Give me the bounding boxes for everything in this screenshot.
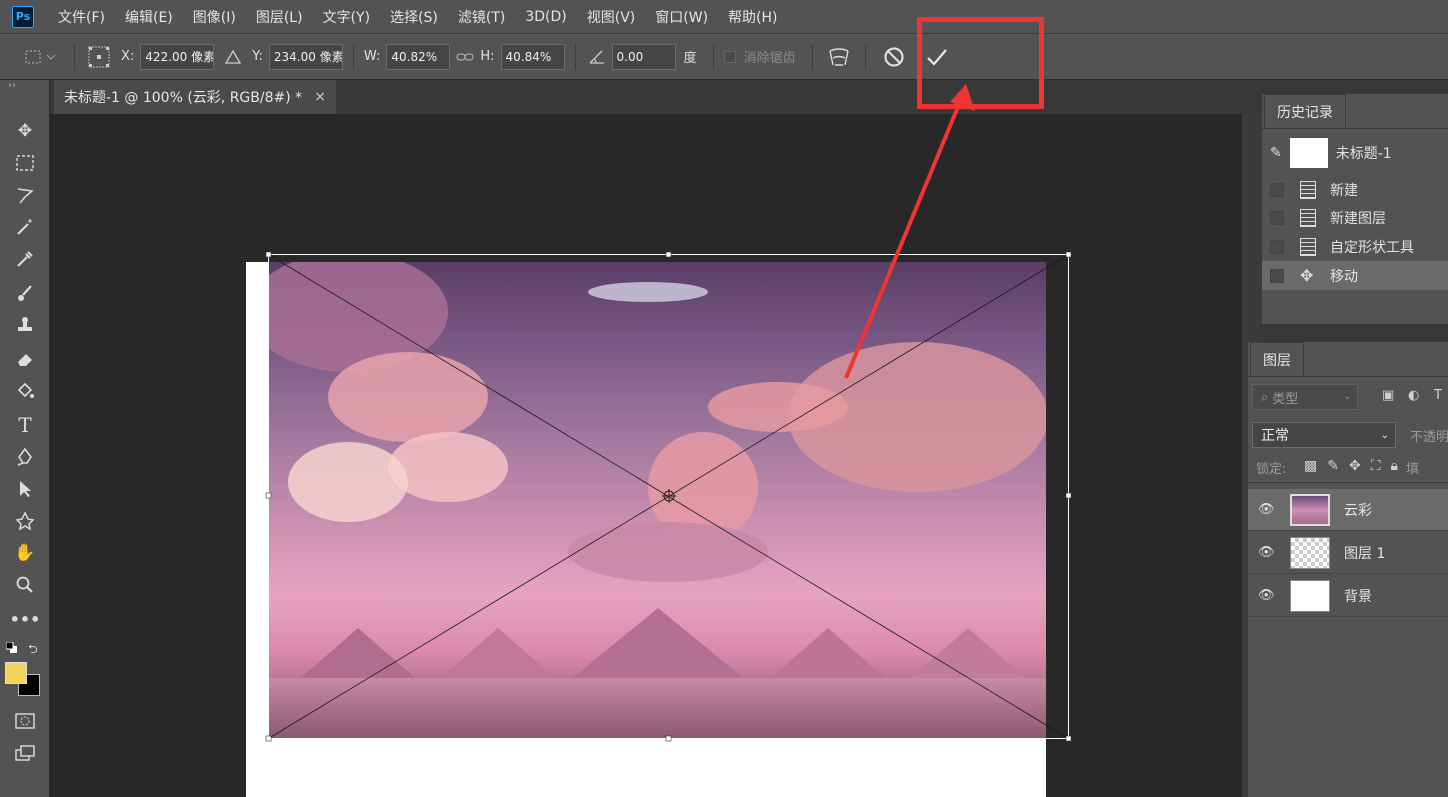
lock-pixels-icon[interactable]: ✎ — [1327, 458, 1339, 477]
type-filter-icon[interactable]: T — [1434, 388, 1442, 403]
chevron-down-icon: ⌄ — [1343, 392, 1351, 402]
fill-label: 填 — [1405, 462, 1419, 477]
layer-name: 背景 — [1344, 588, 1372, 605]
history-snapshot[interactable]: ✎ 未标题-1 — [1262, 136, 1448, 170]
lock-artboard-icon[interactable]: ⛶ — [1371, 458, 1381, 477]
layers-panel: 图层 ⌕ 类型 ⌄ ▣ ◐ T 正常 ⌄ 不透明度 锁定: ▩ ✎ ✥ ⛶ 🔒︎… — [1248, 342, 1448, 797]
history-checkbox[interactable] — [1270, 239, 1284, 254]
image-filter-icon[interactable]: ▣ — [1382, 388, 1394, 403]
lock-label: 锁定: — [1256, 462, 1287, 477]
visibility-eye-icon[interactable]: 👁︎ — [1258, 545, 1276, 560]
history-item-label: 新建 — [1330, 182, 1358, 199]
visibility-eye-icon[interactable]: 👁︎ — [1258, 502, 1276, 517]
history-checkbox[interactable] — [1270, 182, 1284, 197]
history-checkbox[interactable] — [1270, 268, 1284, 283]
layer-filter-dropdown[interactable]: ⌕ 类型 ⌄ — [1252, 384, 1358, 410]
layer-thumbnail-transparent — [1290, 536, 1330, 569]
blend-mode-value: 正常 — [1261, 428, 1289, 444]
history-item-label: 新建图层 — [1330, 210, 1386, 227]
history-doc-icon — [1300, 208, 1316, 227]
history-item-label: 自定形状工具 — [1330, 239, 1414, 256]
layer-filter-label: 类型 — [1272, 391, 1299, 407]
lock-all-icon[interactable]: 🔒︎ — [1391, 458, 1398, 477]
history-panel: 历史记录 ✎ 未标题-1 新建 新建图层 自定形状工具 ✥ 移动 — [1262, 94, 1448, 324]
layer-row-clouds[interactable]: 👁︎ 云彩 — [1248, 489, 1448, 531]
search-icon: ⌕ — [1261, 389, 1269, 405]
layer-row-background[interactable]: 👁︎ 背景 — [1248, 575, 1448, 617]
chevron-down-icon: ⌄ — [1380, 429, 1389, 441]
opacity-label: 不透明度 — [1410, 430, 1448, 445]
lock-options: ▩ ✎ ✥ ⛶ 🔒︎ 填 — [1304, 458, 1419, 477]
history-item[interactable]: 新建图层 — [1262, 203, 1448, 232]
history-item-label: 移动 — [1330, 268, 1358, 285]
layers-panel-tab[interactable]: 图层 — [1250, 342, 1304, 376]
transform-overlay — [265, 84, 1072, 742]
layer-row-layer1[interactable]: 👁︎ 图层 1 — [1248, 532, 1448, 574]
snapshot-name: 未标题-1 — [1335, 146, 1392, 162]
move-history-icon: ✥ — [1300, 266, 1314, 285]
history-doc-icon — [1300, 180, 1316, 199]
lock-position-icon[interactable]: ✥ — [1349, 458, 1361, 477]
snapshot-thumbnail — [1289, 138, 1328, 168]
layer-name: 图层 1 — [1344, 545, 1386, 562]
layer-name: 云彩 — [1344, 502, 1372, 519]
blend-mode-select[interactable]: 正常 ⌄ — [1252, 422, 1396, 448]
lock-transparent-icon[interactable]: ▩ — [1304, 458, 1317, 477]
layer-thumbnail-white — [1290, 579, 1330, 612]
history-checkbox[interactable] — [1270, 210, 1284, 225]
right-panel-dock: 历史记录 ✎ 未标题-1 新建 新建图层 自定形状工具 ✥ 移动 图层 ⌕ 类型… — [1248, 80, 1448, 797]
layer-thumbnail-clouds — [1290, 493, 1330, 526]
history-item[interactable]: 新建 — [1262, 175, 1448, 204]
history-panel-tab[interactable]: 历史记录 — [1264, 94, 1346, 128]
history-doc-icon — [1300, 237, 1316, 256]
history-brush-icon: ✎ — [1270, 145, 1282, 161]
history-item-active[interactable]: ✥ 移动 — [1262, 261, 1448, 290]
visibility-eye-icon[interactable]: 👁︎ — [1258, 588, 1276, 603]
history-item[interactable]: 自定形状工具 — [1262, 232, 1448, 261]
annotation-highlight-box — [917, 17, 1044, 109]
adjustment-filter-icon[interactable]: ◐ — [1408, 388, 1419, 403]
